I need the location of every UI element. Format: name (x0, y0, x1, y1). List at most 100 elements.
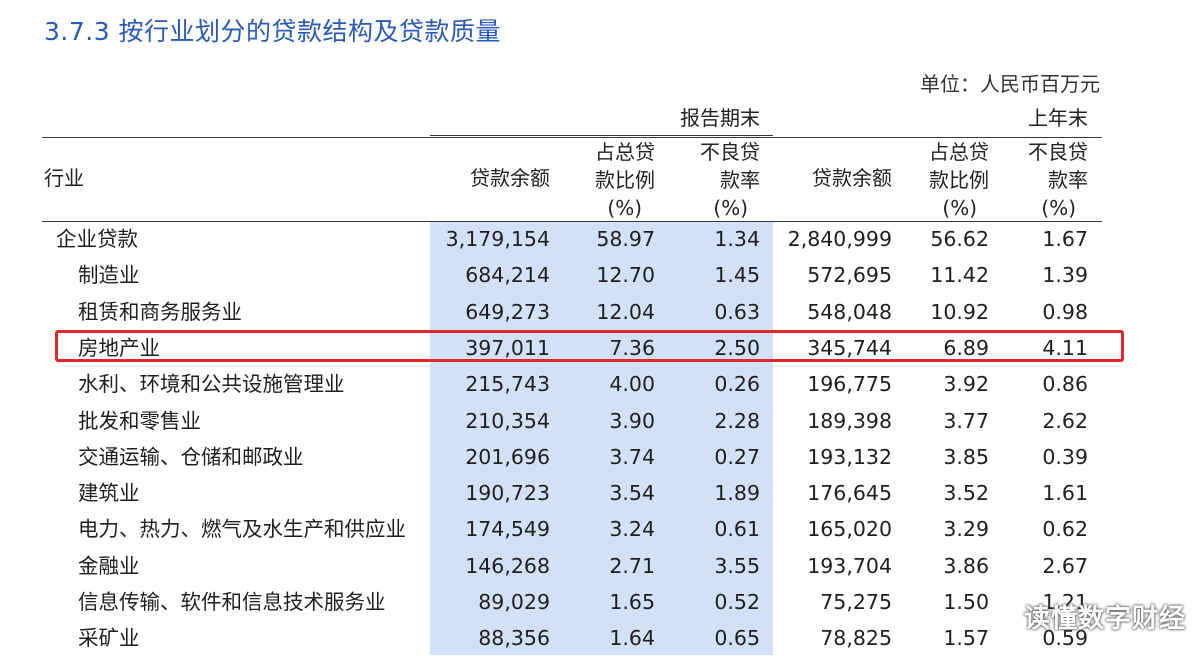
watermark: 读懂数字财经 (1023, 604, 1186, 634)
c-bal-cell: 89,029 (478, 590, 550, 614)
header-divider-current (430, 135, 773, 136)
c-ratio-cell: 3.24 (609, 517, 655, 542)
c-npl-cell: 3.55 (714, 553, 760, 578)
c-npl-cell: 0.52 (714, 590, 760, 614)
c-npl-cell: 1.45 (714, 263, 760, 288)
industry-name: 水利、环境和公共设施管理业 (78, 372, 345, 397)
header-prior-npl-pct: (%) (1041, 196, 1076, 220)
c-ratio-cell: 1.64 (609, 626, 655, 651)
p-ratio-cell: 1.50 (943, 590, 989, 614)
header-current-ratio-2: 款比例 (595, 168, 655, 192)
header-prior-ratio-2: 款比例 (929, 168, 989, 192)
p-npl-cell: 2.62 (1042, 408, 1088, 433)
industry-name: 租赁和商务服务业 (78, 299, 242, 324)
header-prior-npl-1: 不良贷 (1028, 140, 1088, 164)
p-bal-cell: 189,398 (807, 408, 892, 433)
industry-name: 采矿业 (78, 626, 140, 651)
c-bal-cell: 684,214 (465, 263, 550, 288)
p-bal-cell: 196,775 (807, 372, 892, 397)
header-prior-ratio-1: 占总贷 (929, 140, 989, 164)
p-ratio-cell: 3.86 (943, 553, 989, 578)
header-prior-balance: 贷款余额 (812, 166, 892, 190)
header-prior-ratio-pct: (%) (942, 196, 977, 220)
c-ratio-cell: 12.04 (596, 299, 655, 324)
p-npl-cell: 1.39 (1042, 263, 1088, 288)
c-ratio-cell: 3.90 (609, 408, 655, 433)
p-ratio-cell: 11.42 (930, 263, 989, 288)
p-ratio-cell: 10.92 (930, 299, 989, 324)
section-title: 3.7.3 按行业划分的贷款结构及贷款质量 (44, 17, 502, 46)
c-npl-cell: 1.89 (714, 481, 760, 506)
industry-name: 信息传输、软件和信息技术服务业 (78, 590, 386, 614)
p-ratio-cell: 3.85 (943, 444, 989, 469)
p-bal-cell: 2,840,999 (787, 227, 892, 251)
c-npl-cell: 0.61 (714, 517, 760, 542)
c-ratio-cell: 2.71 (609, 553, 655, 578)
c-npl-cell: 2.28 (714, 408, 760, 433)
industry-name: 交通运输、仓储和邮政业 (78, 444, 304, 469)
p-ratio-cell: 56.62 (930, 227, 989, 251)
p-npl-cell: 0.39 (1042, 444, 1088, 469)
table-row: 租赁和商务服务业 649,273 12.04 0.63 548,048 10.92 0.98 (0, 294, 1200, 330)
c-bal-cell: 190,723 (465, 481, 550, 506)
table-row: 采矿业 88,356 1.64 0.65 78,825 1.57 0.59 (0, 620, 1200, 656)
c-bal-cell: 201,696 (465, 444, 550, 469)
p-bal-cell: 75,275 (820, 590, 892, 614)
header-period-current: 报告期末 (680, 106, 760, 130)
c-ratio-cell: 4.00 (609, 372, 655, 397)
p-bal-cell: 78,825 (820, 626, 892, 651)
table-row: 建筑业 190,723 3.54 1.89 176,645 3.52 1.61 (0, 475, 1200, 511)
c-npl-cell: 1.34 (714, 227, 760, 251)
table-row: 交通运输、仓储和邮政业 201,696 3.74 0.27 193,132 3.85 0.3… (0, 439, 1200, 475)
c-ratio-cell: 3.54 (609, 481, 655, 506)
c-ratio-cell: 1.65 (609, 590, 655, 614)
header-current-npl-2: 款率 (720, 168, 760, 192)
c-ratio-cell: 58.97 (596, 227, 655, 251)
header-current-ratio-1: 占总贷 (595, 140, 655, 164)
p-npl-cell: 1.67 (1042, 227, 1088, 251)
c-ratio-cell: 12.70 (596, 263, 655, 288)
p-ratio-cell: 3.29 (943, 517, 989, 542)
industry-name: 批发和零售业 (78, 408, 201, 433)
table-row: 金融业 146,268 2.71 3.55 193,704 3.86 2.67 (0, 548, 1200, 584)
table-row: 制造业 684,214 12.70 1.45 572,695 11.42 1.39 (0, 257, 1200, 293)
industry-name: 制造业 (78, 263, 140, 288)
p-npl-cell: 0.86 (1042, 372, 1088, 397)
p-ratio-cell: 3.77 (943, 408, 989, 433)
p-bal-cell: 165,020 (807, 517, 892, 542)
table-row: 水利、环境和公共设施管理业 215,743 4.00 0.26 196,775 3.92 0… (0, 366, 1200, 402)
c-bal-cell: 88,356 (478, 626, 550, 651)
header-current-balance: 贷款余额 (470, 166, 550, 190)
c-bal-cell: 649,273 (465, 299, 550, 324)
p-bal-cell: 548,048 (807, 299, 892, 324)
table-row: 信息传输、软件和信息技术服务业 89,029 1.65 0.52 75,275 1.50 1… (0, 584, 1200, 620)
header-current-npl-1: 不良贷 (700, 140, 760, 164)
c-bal-cell: 210,354 (465, 408, 550, 433)
header-industry: 行业 (44, 166, 84, 190)
c-npl-cell: 0.27 (714, 444, 760, 469)
c-npl-cell: 0.63 (714, 299, 760, 324)
table-row: 电力、热力、燃气及水生产和供应业 174,549 3.24 0.61 165,020 3.… (0, 511, 1200, 547)
p-bal-cell: 572,695 (807, 263, 892, 288)
real-estate-row-highlight (55, 330, 1124, 362)
p-ratio-cell: 3.92 (943, 372, 989, 397)
c-npl-cell: 0.65 (714, 626, 760, 651)
c-ratio-cell: 3.74 (609, 444, 655, 469)
p-npl-cell: 1.61 (1042, 481, 1088, 506)
unit-label: 单位：人民币百万元 (920, 72, 1100, 96)
industry-name: 企业贷款 (56, 227, 138, 251)
p-ratio-cell: 3.52 (943, 481, 989, 506)
c-bal-cell: 174,549 (465, 517, 550, 542)
p-npl-cell: 0.98 (1042, 299, 1088, 324)
p-bal-cell: 193,704 (807, 553, 892, 578)
c-bal-cell: 215,743 (465, 372, 550, 397)
industry-name: 建筑业 (78, 481, 140, 506)
header-period-prior: 上年末 (1028, 106, 1088, 130)
header-current-npl-pct: (%) (713, 196, 748, 220)
header-prior-npl-2: 款率 (1048, 168, 1088, 192)
industry-name: 电力、热力、燃气及水生产和供应业 (78, 517, 406, 542)
p-npl-cell: 2.67 (1042, 553, 1088, 578)
p-npl-cell: 0.62 (1042, 517, 1088, 542)
industry-name: 金融业 (78, 553, 140, 578)
c-bal-cell: 146,268 (465, 553, 550, 578)
